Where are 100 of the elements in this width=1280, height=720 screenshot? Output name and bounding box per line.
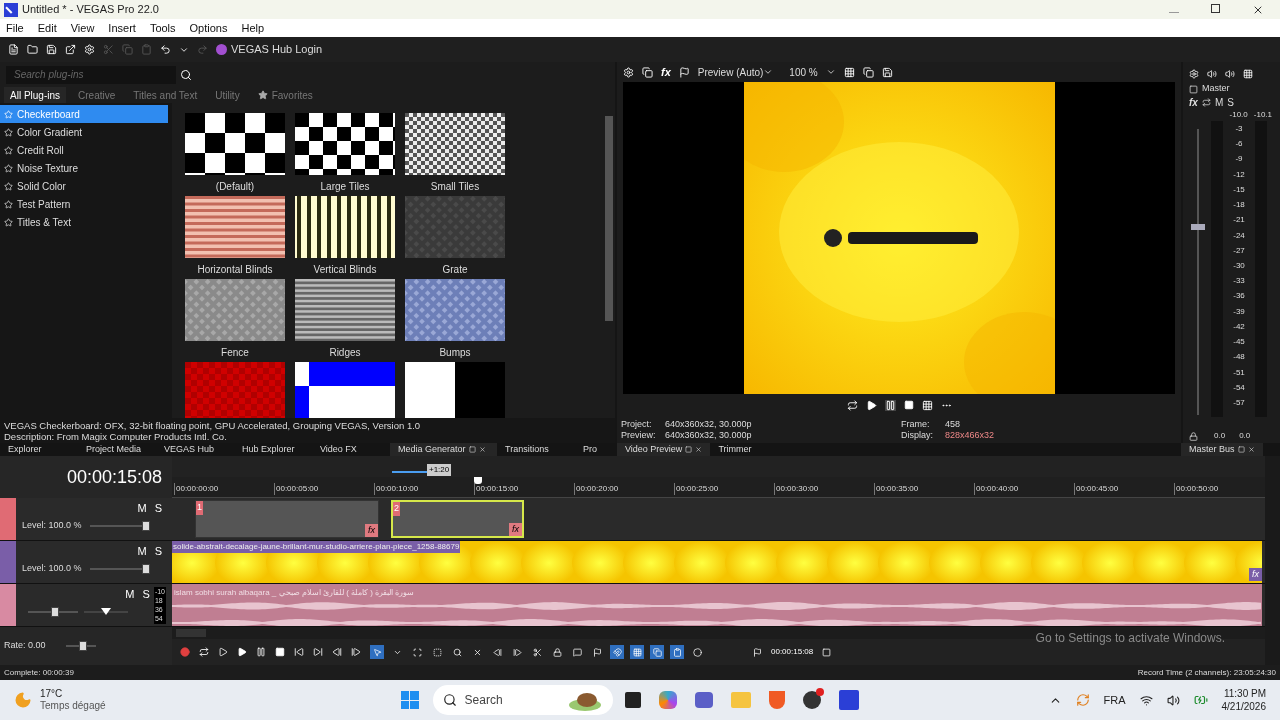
fader-handle[interactable]: [1191, 224, 1205, 231]
undock-icon[interactable]: [468, 446, 476, 453]
category-tab[interactable]: Favorites: [251, 87, 319, 103]
shield-icon[interactable]: [768, 691, 785, 709]
loop-icon[interactable]: [846, 399, 858, 411]
level-slider[interactable]: [65, 641, 96, 651]
mute-button[interactable]: M: [125, 587, 135, 601]
next-frame-icon[interactable]: [351, 647, 361, 657]
preset-thumbnail[interactable]: [405, 113, 505, 175]
maximize-icon[interactable]: [1211, 3, 1220, 13]
plugin-item[interactable]: Titles & Text: [0, 213, 168, 231]
undo-icon[interactable]: [160, 44, 171, 55]
start-icon[interactable]: [400, 691, 419, 709]
play-icon[interactable]: [865, 399, 877, 411]
video-event[interactable]: 1 fx: [195, 500, 379, 538]
loop-icon[interactable]: [199, 647, 209, 657]
wifi-icon[interactable]: [1139, 693, 1153, 707]
mixer-icon[interactable]: [1243, 69, 1253, 79]
solo-button[interactable]: S: [154, 544, 162, 558]
tool-button[interactable]: [550, 645, 564, 659]
settings-icon[interactable]: [84, 44, 95, 55]
app-icon[interactable]: [624, 692, 641, 708]
preset-thumbnail[interactable]: [295, 196, 395, 258]
folder-icon[interactable]: [27, 44, 38, 55]
dock-tab[interactable]: Video Preview: [617, 443, 711, 456]
event-fx-button[interactable]: fx: [1249, 567, 1262, 581]
slider-thumb[interactable]: [141, 520, 150, 531]
preset-thumbnail[interactable]: [405, 362, 505, 418]
dock-tab[interactable]: Pro: [575, 443, 617, 456]
close-icon[interactable]: [478, 446, 486, 453]
fx-button[interactable]: fx: [1189, 95, 1198, 110]
search-field[interactable]: Search plug-ins: [6, 65, 176, 84]
mute-button[interactable]: M: [1214, 95, 1224, 110]
plugin-item[interactable]: Solid Color: [0, 177, 168, 195]
menu-item[interactable]: View: [70, 19, 95, 37]
menu-item[interactable]: Edit: [37, 19, 57, 37]
dock-tab[interactable]: VEGAS Hub: [156, 443, 234, 456]
tool-button[interactable]: [430, 645, 444, 659]
close-icon[interactable]: [1247, 446, 1255, 453]
preset-thumbnail[interactable]: [185, 113, 285, 175]
taskbar-search[interactable]: Search: [432, 685, 613, 715]
tool-button[interactable]: [570, 645, 584, 659]
dock-tab[interactable]: Media Generator: [390, 443, 497, 456]
pause-icon[interactable]: [256, 647, 266, 657]
plugin-item[interactable]: Color Gradient: [0, 123, 168, 141]
stop-icon[interactable]: [275, 647, 285, 657]
pan-handle[interactable]: [101, 608, 111, 615]
slider-thumb[interactable]: [51, 607, 60, 617]
level-slider[interactable]: [89, 563, 150, 574]
preset-thumbnail[interactable]: [405, 196, 505, 258]
dock-tab[interactable]: Hub Explorer: [234, 443, 312, 456]
event-fx-button[interactable]: fx: [509, 522, 522, 536]
solo-button[interactable]: S: [1227, 95, 1234, 110]
dock-tab[interactable]: Project Media: [78, 443, 156, 456]
solo-button[interactable]: S: [154, 501, 162, 515]
previous-frame-icon[interactable]: [332, 647, 342, 657]
hub-login-button[interactable]: VEGAS Hub Login: [216, 41, 323, 58]
menu-item[interactable]: Options: [189, 19, 228, 37]
undock-icon[interactable]: [1237, 446, 1245, 453]
tool-button[interactable]: [690, 645, 704, 659]
speaker-icon[interactable]: [1207, 69, 1217, 79]
plugin-item[interactable]: Noise Texture: [0, 159, 168, 177]
stop-icon[interactable]: [903, 400, 914, 410]
event-fx-button[interactable]: fx: [365, 523, 378, 537]
settings-icon[interactable]: [1189, 69, 1199, 79]
dock-tab[interactable]: Master Bus: [1181, 443, 1263, 456]
lock-icon[interactable]: [1189, 431, 1198, 441]
menu-item[interactable]: Help: [241, 19, 265, 37]
play-from-start-icon[interactable]: [218, 647, 228, 657]
menu-item[interactable]: File: [6, 19, 24, 37]
fader-track[interactable]: [1191, 129, 1205, 415]
preset-thumbnail[interactable]: [295, 279, 395, 341]
clock[interactable]: 11:30 PM 4/21/2026: [1221, 687, 1266, 713]
undock-icon[interactable]: [685, 446, 693, 453]
mute-button[interactable]: M: [137, 501, 147, 515]
menu-item[interactable]: Tools: [149, 19, 176, 37]
save-icon[interactable]: [46, 44, 57, 55]
category-tab[interactable]: Utility: [209, 87, 246, 103]
pan-slider[interactable]: [84, 608, 128, 616]
solo-button[interactable]: S: [142, 587, 150, 601]
language-indicator[interactable]: FRA: [1103, 691, 1126, 709]
search-icon[interactable]: [180, 68, 192, 81]
preset-thumbnail[interactable]: [295, 113, 395, 175]
zoom-dropdown[interactable]: 100 %: [789, 64, 836, 80]
category-tab[interactable]: All Plug-ins: [4, 87, 67, 103]
category-tab[interactable]: Titles and Text: [127, 87, 204, 103]
preview-quality-dropdown[interactable]: Preview (Auto): [697, 64, 774, 80]
preset-thumbnail[interactable]: [185, 279, 285, 341]
save-snapshot-icon[interactable]: [881, 66, 893, 78]
preset-thumbnail[interactable]: [185, 196, 285, 258]
tool-button[interactable]: [410, 645, 424, 659]
level-slider[interactable]: [28, 607, 78, 617]
pause-icon[interactable]: [884, 399, 896, 411]
go-to-start-icon[interactable]: [294, 647, 304, 657]
menu-item[interactable]: Insert: [108, 19, 136, 37]
plugin-item[interactable]: Credit Roll: [0, 141, 168, 159]
dock-tab[interactable]: Trimmer: [710, 443, 760, 456]
grid-icon[interactable]: [843, 66, 855, 78]
playhead-marker[interactable]: [474, 477, 482, 484]
category-tab[interactable]: Creative: [72, 87, 122, 103]
